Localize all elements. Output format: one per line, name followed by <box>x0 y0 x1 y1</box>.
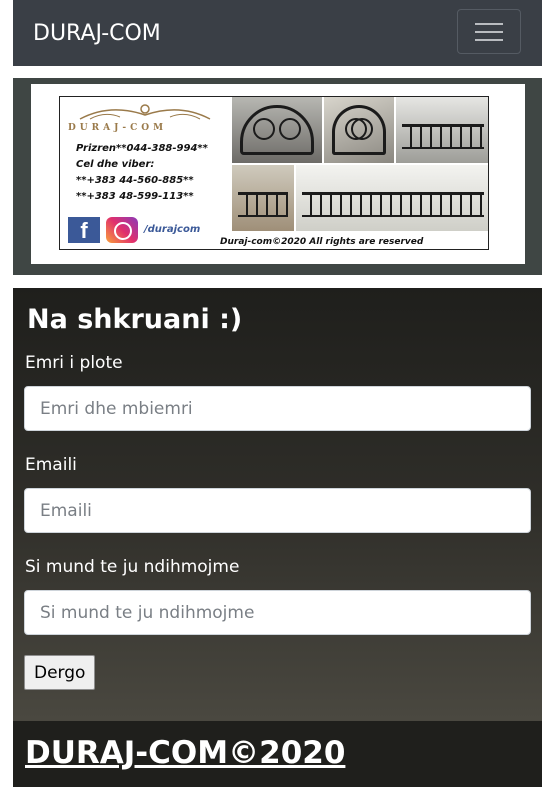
contact-line: Cel dhe viber: <box>76 159 155 170</box>
flyer-contact-info: Prizren**044-388-994** Cel dhe viber: **… <box>76 141 208 205</box>
railing-photo <box>396 97 488 163</box>
banner-flyer: DURAJ-COM Prizren**044-388-994** Cel dhe… <box>59 96 489 250</box>
message-label: Si mund te ju ndihmojme <box>25 557 240 577</box>
social-handle: /durajcom <box>144 224 201 235</box>
flyer-logo-text: DURAJ-COM <box>68 123 168 133</box>
facebook-icon: f <box>68 217 100 243</box>
navbar-toggle-button[interactable] <box>457 9 521 54</box>
footer: DURAJ-COM©2020 <box>13 721 542 787</box>
banner-image: DURAJ-COM Prizren**044-388-994** Cel dhe… <box>31 84 525 264</box>
submit-button[interactable]: Dergo <box>24 655 96 690</box>
gate-photo <box>232 97 322 163</box>
form-title: Na shkruani :) <box>27 304 243 335</box>
gate-photo <box>324 97 394 163</box>
navbar-brand[interactable]: DURAJ-COM <box>33 20 161 48</box>
navbar: DURAJ-COM <box>13 0 542 66</box>
footer-title[interactable]: DURAJ-COM©2020 <box>25 733 345 773</box>
railing-photo <box>232 165 294 231</box>
contact-line: Prizren**044-388-994** <box>76 143 208 154</box>
email-input[interactable] <box>24 488 531 533</box>
flyer-photos <box>232 97 488 231</box>
name-label: Emri i plote <box>25 353 123 373</box>
instagram-icon <box>106 217 138 243</box>
message-input[interactable] <box>24 590 531 635</box>
email-label: Emaili <box>25 455 77 475</box>
contact-line: **+383 48-599-113** <box>76 191 194 202</box>
banner-container: DURAJ-COM Prizren**044-388-994** Cel dhe… <box>13 78 542 275</box>
railing-photo <box>296 165 488 231</box>
name-input[interactable] <box>24 386 531 431</box>
ornament-icon <box>79 104 211 120</box>
contact-form-section: Na shkruani :) Emri i plote Emaili Si mu… <box>13 288 542 721</box>
contact-line: **+383 44-560-885** <box>76 175 194 186</box>
flyer-copyright: Duraj-com©2020 All rights are reserved <box>220 237 424 247</box>
